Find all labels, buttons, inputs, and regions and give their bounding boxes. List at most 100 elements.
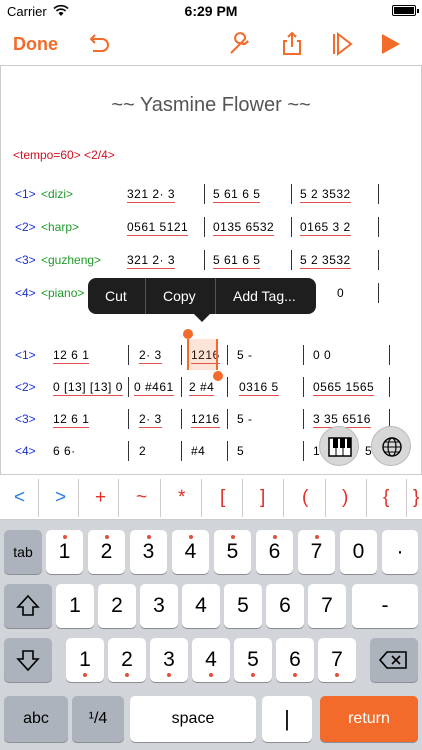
key-mid-3[interactable]: 3 [140,584,178,628]
measure[interactable]: 2 [139,444,146,458]
measure[interactable]: 5 - [237,348,253,362]
barline [303,377,304,397]
key-low-3[interactable]: 3 [150,638,188,682]
key-high-6[interactable]: 6 [256,530,293,574]
measure[interactable]: 5 [237,444,244,458]
space-key[interactable]: space [130,696,256,742]
key-low-1[interactable]: 1 [66,638,104,682]
symbol-divider [78,479,79,517]
measure[interactable]: 2· 3 [139,348,162,364]
key-mid-4[interactable]: 4 [182,584,220,628]
symbol-key[interactable]: < [14,487,25,509]
measure[interactable]: 0 [337,286,344,300]
measure[interactable]: 0316 5 [239,380,279,396]
barline [291,184,292,204]
track-number: <1> [15,348,36,362]
copy-menu-item[interactable]: Copy [163,288,196,304]
measure[interactable]: 2 #4 [189,380,215,396]
done-button[interactable]: Done [13,34,58,55]
track-number: <1> [15,187,36,201]
globe-keyboard-button[interactable] [371,426,411,466]
step-play-icon[interactable] [328,30,356,58]
measure[interactable]: 1216 [191,412,220,428]
measure[interactable]: 12 6 1 [53,412,90,428]
measure[interactable]: 5 2 3532 [300,253,351,269]
key-mid-5[interactable]: 5 [224,584,262,628]
symbol-key[interactable]: { [383,487,389,509]
symbol-key[interactable]: [ [220,487,225,509]
measure[interactable]: 0135 6532 [213,220,275,236]
key-high-7[interactable]: 7 [298,530,335,574]
selection-start-handle[interactable] [183,329,193,339]
track-row[interactable]: <1> <dizi> 321 2· 3 5 61 6 5 5 2 3532 [1,184,421,206]
key-low-5[interactable]: 5 [234,638,272,682]
undo-icon[interactable] [84,30,112,58]
tab-key[interactable]: tab [4,530,42,574]
score-editor[interactable]: ~~ Yasmine Flower ~~ <tempo=60> <2/4> <1… [0,66,422,474]
symbol-key[interactable]: ) [342,487,348,509]
measure[interactable]: 0565 1565 [313,380,375,396]
measure[interactable]: 0561 5121 [127,220,189,236]
add-tag-menu-item[interactable]: Add Tag... [233,288,296,304]
measure[interactable]: 5 61 6 5 [213,253,261,269]
key-low-6[interactable]: 6 [276,638,314,682]
symbol-key[interactable]: ~ [136,487,147,509]
key-low-2[interactable]: 2 [108,638,146,682]
measure[interactable]: 0 [13] [13] 0 [53,380,123,396]
barline-key[interactable]: | [262,696,312,742]
measure[interactable]: 12 6 1 [53,348,90,364]
key-low-4[interactable]: 4 [192,638,230,682]
key-rest-0[interactable]: 0 [340,530,377,574]
track-instrument: <harp> [41,220,80,234]
key-mid-2[interactable]: 2 [98,584,136,628]
track-row[interactable]: <3> <guzheng> 321 2· 3 5 61 6 5 5 2 3532 [1,250,421,272]
key-high-2[interactable]: 2 [88,530,125,574]
symbol-key[interactable]: > [55,487,66,509]
symbol-key[interactable]: + [95,487,106,509]
shift-key[interactable] [4,584,52,628]
symbol-key[interactable]: ] [260,487,265,509]
text-selection[interactable] [187,339,218,370]
key-mid-6[interactable]: 6 [266,584,304,628]
measure[interactable]: 321 2· 3 [127,253,176,269]
delete-key[interactable] [370,638,418,682]
cut-menu-item[interactable]: Cut [105,288,127,304]
key-high-4[interactable]: 4 [172,530,209,574]
key-mid-1[interactable]: 1 [56,584,94,628]
symbol-key[interactable]: ( [302,487,308,509]
barline [378,250,379,270]
track-row[interactable]: <2> 0 [13] [13] 0 0 #461 2 #4 0316 5 056… [1,377,421,399]
selection-end-handle[interactable] [213,371,223,381]
measure[interactable]: 321 2· 3 [127,187,176,203]
barline [181,409,182,429]
key-low-7[interactable]: 7 [318,638,356,682]
measure[interactable]: 2· 3 [139,412,162,428]
track-row[interactable]: <2> <harp> 0561 5121 0135 6532 0165 3 2 [1,217,421,239]
symbol-key[interactable]: * [178,487,185,509]
shift-down-key[interactable] [4,638,52,682]
key-high-5[interactable]: 5 [214,530,251,574]
measure[interactable]: 5 - [237,412,253,426]
measure[interactable]: #4 [191,444,205,458]
abc-key[interactable]: abc [4,696,68,742]
key-dash[interactable]: - [352,584,418,628]
wrench-icon[interactable] [226,30,254,58]
share-icon[interactable] [278,30,306,58]
key-dot[interactable]: · [382,530,418,574]
measure[interactable]: 6 6· [53,444,76,458]
symbol-key[interactable]: } [413,487,419,509]
key-high-3[interactable]: 3 [130,530,167,574]
measure[interactable]: 0165 3 2 [300,220,351,236]
measure[interactable]: 0 #461 [134,380,174,396]
measure[interactable]: 5 61 6 5 [213,187,261,203]
menu-divider [215,278,216,314]
status-bar: Carrier 6:29 PM [0,0,422,22]
quarter-key[interactable]: ¹/4 [72,696,124,742]
key-mid-7[interactable]: 7 [308,584,346,628]
piano-keyboard-button[interactable] [319,426,359,466]
play-icon[interactable] [376,30,404,58]
measure[interactable]: 0 0 [313,348,331,362]
return-key[interactable]: return [320,696,418,742]
key-high-1[interactable]: 1 [46,530,83,574]
measure[interactable]: 5 2 3532 [300,187,351,203]
